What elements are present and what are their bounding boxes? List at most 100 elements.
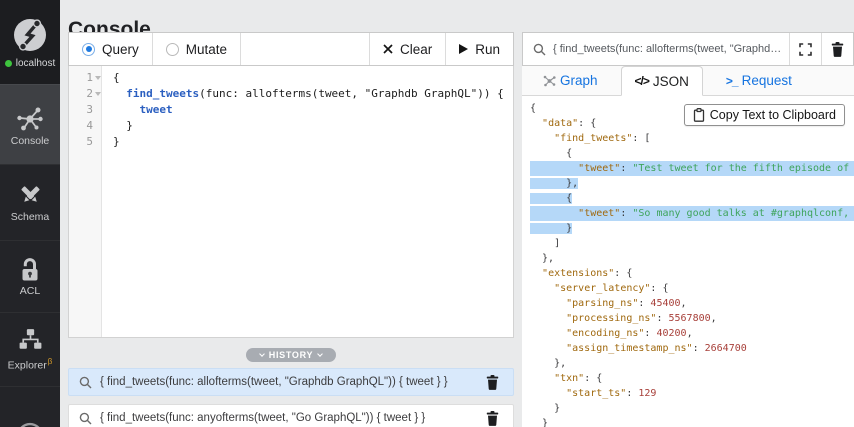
json-line: "start_ts": 129 <box>566 388 657 399</box>
connection-status-dot <box>4 60 12 67</box>
dgraph-logo-icon <box>14 19 46 51</box>
editor-line: 3 tweet <box>69 102 513 118</box>
json-viewer[interactable]: { "data": { "find_tweets": [ { "tweet": … <box>522 96 854 427</box>
query-radio-label: Query <box>102 41 139 57</box>
run-button[interactable]: Run <box>445 33 513 65</box>
result-content: { "data": { "find_tweets": [ { "tweet": … <box>522 96 854 427</box>
tab-request[interactable]: >_ Request <box>713 66 805 95</box>
json-line: "txn": { <box>554 373 603 384</box>
sidebar-item-explorer[interactable]: Explorerβ <box>0 312 60 386</box>
query-radio[interactable]: Query <box>69 33 153 65</box>
json-line: "tweet": "So many good talks at #graphql… <box>522 206 854 221</box>
json-line: }, <box>530 253 555 264</box>
search-icon <box>79 376 92 388</box>
editor-line: 4 } <box>69 118 513 134</box>
fold-marker-icon[interactable] <box>95 92 101 96</box>
editor-line: 2 find_tweets(func: allofterms(tweet, "G… <box>69 86 513 102</box>
copy-button-label: Copy Text to Clipboard <box>709 108 836 122</box>
history-label: HISTORY <box>268 350 314 360</box>
result-tabbar: Graph </> JSON >_ Request <box>522 66 854 96</box>
sidebar-item-label: ACL <box>19 284 41 297</box>
search-icon <box>79 412 92 424</box>
query-radio-circle[interactable] <box>82 42 95 56</box>
delete-history-button[interactable] <box>482 373 503 392</box>
history-query-text: { find_tweets(func: allofterms(tweet, "G… <box>100 376 448 388</box>
json-line: } <box>530 418 549 427</box>
json-line: "server_latency": { <box>554 283 669 294</box>
json-line: "tweet": "Test tweet for the fifth episo… <box>522 161 854 176</box>
sidebar-item-schema[interactable]: Schema <box>0 164 60 240</box>
json-line: "processing_ns": 5567800, <box>566 313 717 324</box>
sidebar-item-connection[interactable]: localhost <box>0 0 60 84</box>
clear-button-label: Clear <box>399 41 433 57</box>
clipboard-icon <box>693 108 704 122</box>
delete-result-button[interactable] <box>821 33 853 65</box>
mutate-radio-label: Mutate <box>185 41 228 57</box>
sidebar-item-console[interactable]: Console <box>0 84 60 164</box>
history-toggle-row: HISTORY <box>68 348 514 362</box>
fold-marker-icon[interactable] <box>95 76 101 80</box>
delete-history-button[interactable] <box>482 409 503 427</box>
editor-line: 1{ <box>69 70 513 86</box>
history-item[interactable]: { find_tweets(func: anyofterms(tweet, "G… <box>68 404 514 427</box>
beta-badge: β <box>47 356 53 366</box>
expand-result-button[interactable] <box>789 33 821 65</box>
tab-graph[interactable]: Graph <box>530 66 611 95</box>
editor-line: 5} <box>69 134 513 150</box>
json-line: { <box>530 193 573 204</box>
sidebar: localhost Console Schema ACL Explorerβ <box>0 0 60 427</box>
ratel-console-screen: localhost Console Schema ACL Explorerβ C… <box>0 0 854 427</box>
run-button-label: Run <box>475 41 500 57</box>
clear-button[interactable]: Clear <box>368 33 445 65</box>
line-number: 1 <box>86 71 93 84</box>
chevron-down-icon <box>258 351 265 357</box>
json-line: "parsing_ns": 45400, <box>566 298 687 309</box>
schema-pencils-icon <box>20 186 40 202</box>
json-line: { <box>530 148 573 159</box>
copy-to-clipboard-button[interactable]: Copy Text to Clipboard <box>683 104 845 126</box>
chevron-down-icon <box>317 351 324 357</box>
query-editor[interactable]: 1{2 find_tweets(func: allofterms(tweet, … <box>68 66 514 338</box>
trash-icon <box>831 41 844 57</box>
tab-request-label: Request <box>741 73 792 88</box>
json-line: } <box>530 223 573 234</box>
json-line: "assign_timestamp_ns": 2664700 <box>566 343 747 354</box>
trash-icon <box>486 410 499 426</box>
line-number: 4 <box>86 119 93 132</box>
query-toolbar: Query Mutate Clear Run <box>68 32 514 66</box>
history-item[interactable]: { find_tweets(func: allofterms(tweet, "G… <box>68 368 514 396</box>
json-line: }, <box>530 178 579 189</box>
mutate-radio-circle[interactable] <box>165 42 179 56</box>
graph-icon <box>543 75 556 87</box>
fullscreen-icon <box>799 42 812 56</box>
code-brackets-icon: </> <box>634 74 650 88</box>
json-line: }, <box>530 358 567 369</box>
acl-lock-icon <box>22 257 38 280</box>
mutate-radio[interactable]: Mutate <box>153 33 242 65</box>
json-line: } <box>530 403 561 414</box>
query-editor-lines: 1{2 find_tweets(func: allofterms(tweet, … <box>69 66 513 150</box>
clear-x-icon <box>383 44 393 54</box>
run-play-icon <box>459 44 469 54</box>
terminal-prompt-icon: >_ <box>725 73 739 88</box>
line-number: 3 <box>86 103 93 116</box>
sidebar-item-label: Explorerβ <box>7 356 53 372</box>
cluster-icon <box>20 422 40 427</box>
explorer-tree-icon <box>19 328 41 349</box>
result-query-text: { find_tweets(func: allofterms(tweet, "G… <box>553 43 785 55</box>
search-icon <box>533 43 546 55</box>
tab-json[interactable]: </> JSON <box>620 66 703 96</box>
sidebar-item-acl[interactable]: ACL <box>0 240 60 312</box>
trash-icon <box>486 374 499 390</box>
result-query-bar[interactable]: { find_tweets(func: allofterms(tweet, "G… <box>522 32 854 66</box>
json-line: ] <box>530 238 561 249</box>
json-line: "extensions": { <box>542 268 633 279</box>
history-toggle-button[interactable]: HISTORY <box>245 348 337 362</box>
console-network-icon <box>17 107 43 130</box>
tab-json-label: JSON <box>652 73 689 89</box>
line-number: 5 <box>86 135 93 148</box>
sidebar-item-more[interactable] <box>0 386 60 427</box>
sidebar-item-label: Schema <box>10 211 50 223</box>
json-line: "find_tweets": [ <box>554 133 651 144</box>
